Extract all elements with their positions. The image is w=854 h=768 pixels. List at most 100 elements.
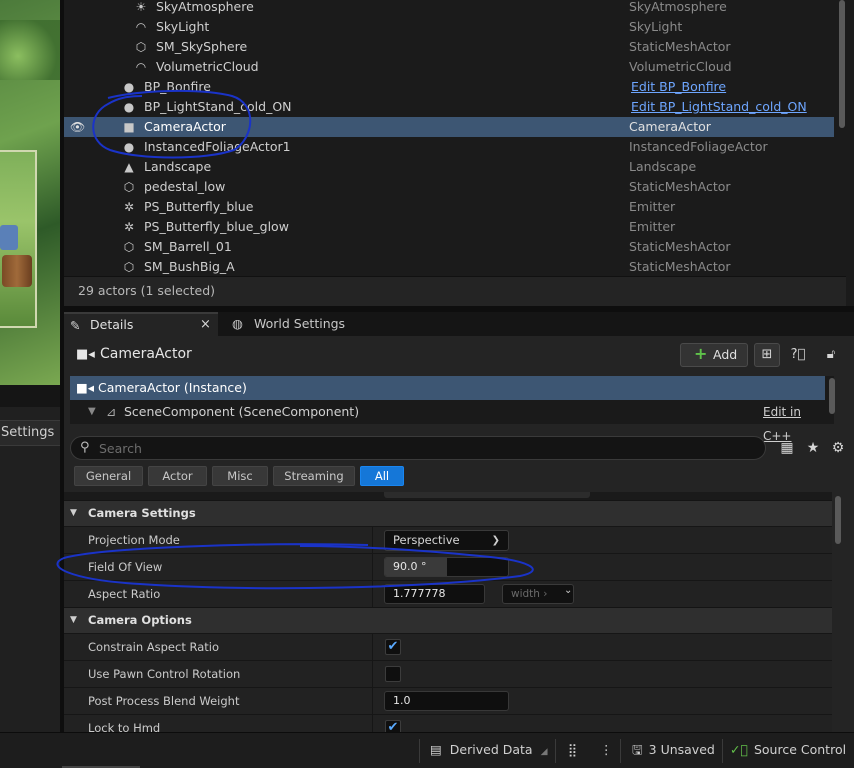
visibility-eye-icon[interactable]: 👁︎: [70, 117, 85, 137]
save-icon: 🖫︎: [632, 742, 643, 757]
trace-button[interactable]: ⣿: [568, 733, 577, 768]
filter-misc[interactable]: Misc: [212, 466, 268, 486]
prop-label: Field Of View: [88, 560, 163, 574]
blend-weight-value: 1.0: [393, 694, 411, 707]
blend-weight-field[interactable]: 1.0: [384, 691, 509, 711]
category-camera-options[interactable]: ▼ Camera Options: [64, 607, 832, 633]
blueprint-button[interactable]: ⊞: [754, 343, 780, 367]
emitter-icon: ✲: [123, 200, 135, 214]
lock-to-hmd-checkbox[interactable]: ✔: [385, 720, 401, 732]
source-control-label: Source Control: [753, 742, 847, 757]
tab-world-settings[interactable]: ◍ World Settings: [232, 312, 372, 336]
edit-blueprint-link[interactable]: Edit BP_Bonfire: [631, 77, 726, 97]
outliner-row-type: CameraActor: [629, 119, 711, 134]
projection-mode-dropdown[interactable]: Perspective ❯: [384, 530, 509, 551]
static-mesh-icon: ⬡: [123, 260, 135, 274]
outliner-row-name: pedestal_low: [144, 179, 226, 194]
outliner-row-name: SkyLight: [156, 19, 210, 34]
gear-icon: ⚙: [831, 440, 845, 456]
outliner-row[interactable]: ● BP_LightStand_cold_ON Edit BP_LightStand…: [64, 97, 834, 117]
outliner-row[interactable]: ⬡ pedestal_low StaticMeshActor: [64, 177, 834, 197]
close-icon[interactable]: ×: [200, 313, 211, 337]
outliner-row[interactable]: ⬡ SM_SkySphere StaticMeshActor: [64, 37, 834, 57]
property-scroll-thumb[interactable]: [835, 496, 841, 544]
help-icon: ?⃝: [790, 347, 806, 362]
unsaved-button[interactable]: 🖫︎ 3 Unsaved: [632, 733, 715, 768]
collapse-arrow-icon: ▼: [70, 508, 77, 518]
constrain-aspect-checkbox[interactable]: ✔: [385, 639, 401, 655]
tab-details[interactable]: ✎ Details ×: [64, 312, 218, 336]
column-splitter[interactable]: [372, 527, 373, 554]
settings-button[interactable]: ⚙: [827, 437, 849, 459]
column-splitter[interactable]: [372, 715, 373, 732]
outliner-scrollbar[interactable]: [838, 0, 846, 276]
blueprint-icon: ⊞: [761, 347, 773, 362]
edit-blueprint-link[interactable]: Edit BP_LightStand_cold_ON: [631, 97, 807, 117]
use-pawn-rotation-checkbox[interactable]: [385, 666, 401, 682]
outliner-scroll-thumb[interactable]: [839, 0, 845, 128]
outliner-row[interactable]: 👁︎ ■ CameraActor CameraActor: [64, 117, 834, 137]
prop-label: Lock to Hmd: [88, 721, 161, 732]
property-matrix-button[interactable]: ▦: [776, 437, 798, 459]
filter-actor[interactable]: Actor: [148, 466, 207, 486]
chevron-down-icon[interactable]: ⌄: [564, 585, 572, 596]
outliner-row[interactable]: ◠ VolumetricCloud VolumetricCloud: [64, 57, 834, 77]
help-button[interactable]: ?⃝: [785, 343, 811, 367]
prop-aspect-ratio: Aspect Ratio 1.777778 width › ⌄: [64, 580, 832, 608]
outliner-row[interactable]: ◠ SkyLight SkyLight: [64, 17, 834, 37]
prop-label: Aspect Ratio: [88, 587, 161, 601]
resize-grip-icon: ◢: [540, 747, 548, 757]
outliner-row[interactable]: ● BP_Bonfire Edit BP_Bonfire: [64, 77, 834, 97]
component-row-instance[interactable]: ■◂ CameraActor (Instance): [70, 376, 825, 400]
globe-icon: ◍: [232, 316, 243, 331]
level-viewport[interactable]: [0, 0, 60, 385]
more-options-button[interactable]: ⋮: [600, 733, 613, 768]
component-tree-scrollbar[interactable]: [828, 378, 836, 424]
outliner-row-name: InstancedFoliageActor1: [144, 139, 291, 154]
status-divider: [722, 739, 723, 763]
component-row-scene[interactable]: ▼ ⊿ SceneComponent (SceneComponent) Edit…: [70, 400, 825, 443]
aspect-ratio-field[interactable]: 1.777778: [384, 584, 485, 604]
column-splitter[interactable]: [372, 688, 373, 715]
source-control-button[interactable]: ✓⃝ Source Control ◢: [730, 733, 854, 768]
prop-label: Projection Mode: [88, 533, 180, 547]
camera-icon: ■◂: [76, 347, 95, 362]
category-camera-settings[interactable]: ▼ Camera Settings: [64, 500, 832, 526]
property-scrollbar[interactable]: [834, 496, 842, 732]
outliner-row[interactable]: ▲ Landscape Landscape: [64, 157, 834, 177]
fov-slider-field[interactable]: 90.0 °: [384, 557, 509, 577]
filter-all[interactable]: All: [360, 466, 404, 486]
outliner-row[interactable]: ✲ PS_Butterfly_blue Emitter: [64, 197, 834, 217]
viewport-foliage: [0, 20, 60, 80]
prop-field-of-view: Field Of View 90.0 °: [64, 553, 832, 581]
search-input[interactable]: [99, 439, 749, 457]
favorites-button[interactable]: ★: [802, 437, 824, 459]
outliner-row-type: Emitter: [629, 219, 676, 234]
filter-streaming[interactable]: Streaming: [273, 466, 355, 486]
component-tree-scroll-thumb[interactable]: [829, 378, 835, 414]
filter-general[interactable]: General: [74, 466, 143, 486]
settings-tab[interactable]: Settings: [0, 420, 60, 446]
outliner-row[interactable]: ✲ PS_Butterfly_blue_glow Emitter: [64, 217, 834, 237]
outliner-row[interactable]: ⬡ SM_Barrell_01 StaticMeshActor: [64, 237, 834, 257]
lock-button[interactable]: 🔓︎: [818, 343, 844, 367]
actor-title: CameraActor: [100, 346, 192, 362]
outliner-row[interactable]: ⬡ SM_BushBig_A StaticMeshActor: [64, 257, 834, 277]
collapse-arrow-icon: ▼: [70, 615, 77, 625]
prop-label: Constrain Aspect Ratio: [88, 640, 220, 654]
outliner-row-name: CameraActor: [144, 119, 226, 134]
column-splitter[interactable]: [372, 581, 373, 608]
add-component-button[interactable]: + Add: [680, 343, 748, 367]
kebab-icon: ⋮: [600, 742, 613, 757]
outliner-row[interactable]: ☀ SkyAtmosphere SkyAtmosphere: [64, 0, 834, 17]
outliner-status: 29 actors (1 selected): [64, 276, 846, 306]
outliner-row-type: Landscape: [629, 159, 697, 174]
derived-data-button[interactable]: ▤ Derived Data ◢: [430, 733, 547, 768]
outliner-row[interactable]: ● InstancedFoliageActor1 InstancedFoliageA…: [64, 137, 834, 157]
column-splitter[interactable]: [372, 554, 373, 581]
collapse-arrow-icon[interactable]: ▼: [88, 400, 96, 424]
column-splitter[interactable]: [372, 661, 373, 688]
outliner-row-name: BP_LightStand_cold_ON: [144, 99, 292, 114]
dropdown-value: Perspective: [393, 533, 460, 547]
column-splitter[interactable]: [372, 634, 373, 661]
